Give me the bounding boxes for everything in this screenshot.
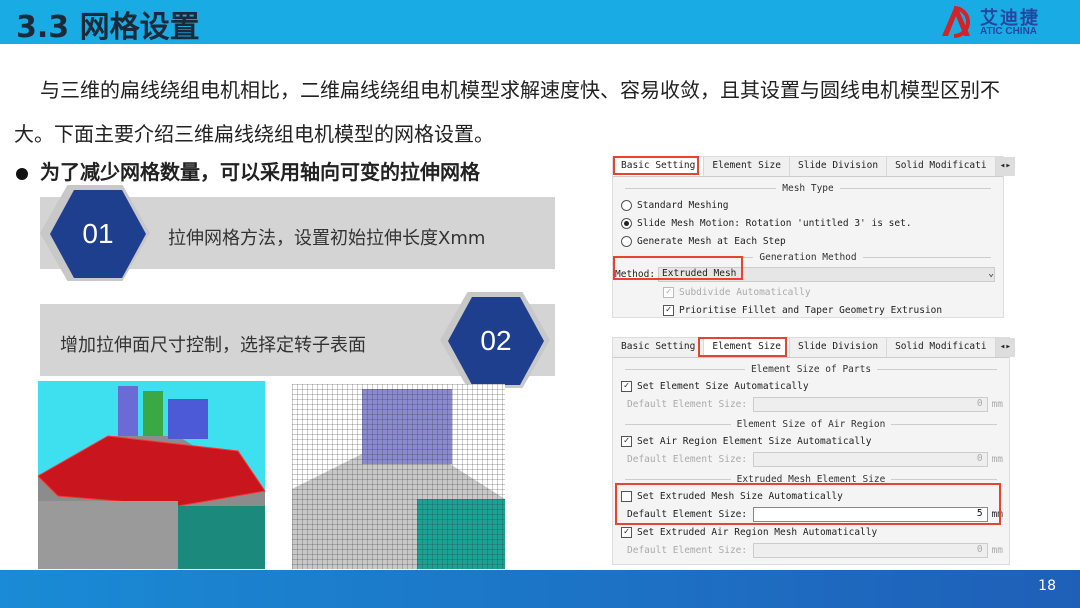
bullet-text: 为了减少网格数量，可以采用轴向可变的拉伸网格 bbox=[40, 160, 480, 184]
extruded-air-size-input[interactable]: 0 bbox=[753, 542, 988, 558]
intro-text: 与三维的扁线绕组电机相比，二维扁线绕组电机模型求解速度快、容易收敛，且其设置与圆… bbox=[14, 78, 1000, 146]
tab-slide-division[interactable]: Slide Division bbox=[790, 338, 888, 357]
mesh-model-image bbox=[292, 384, 505, 569]
header-bar: 3.3 网格设置 艾迪捷 ATIC CHINA bbox=[0, 0, 1080, 45]
highlight-element-tab bbox=[698, 337, 787, 357]
chevron-down-icon: ⌄ bbox=[988, 267, 994, 279]
radio-each-step[interactable]: Generate Mesh at Each Step bbox=[613, 232, 1003, 250]
prioritise-checkbox[interactable]: ✓ Prioritise Fillet and Taper Geometry Ex… bbox=[613, 301, 1003, 319]
element-size-dialog: Basic Setting Element Size Slide Divisio… bbox=[612, 337, 1016, 565]
step-text-1: 拉伸网格方法，设置初始拉伸长度Xmm bbox=[168, 228, 486, 249]
logo-en: ATIC CHINA bbox=[980, 26, 1038, 37]
highlight-extruded-size bbox=[615, 483, 1001, 525]
section-mesh-type: Mesh Type bbox=[619, 183, 997, 194]
radio-slide-mesh[interactable]: Slide Mesh Motion: Rotation 'untitled 3'… bbox=[613, 214, 1003, 232]
logo-icon bbox=[942, 6, 970, 38]
element-size-input[interactable]: 0 bbox=[753, 396, 988, 412]
tab-scroll-arrows-icon[interactable]: ◂▸ bbox=[995, 338, 1016, 357]
tab-solid-modification[interactable]: Solid Modificati bbox=[887, 157, 996, 176]
tab-basic-setting[interactable]: Basic Setting bbox=[613, 338, 705, 357]
auto-element-size-checkbox[interactable]: ✓ Set Element Size Automatically bbox=[613, 377, 1009, 395]
tab-scroll-arrows-icon[interactable]: ◂▸ bbox=[995, 157, 1016, 176]
default-size-label: Default Element Size: bbox=[627, 398, 748, 410]
motor-model-image bbox=[38, 381, 265, 569]
auto-extruded-air-checkbox[interactable]: ✓ Set Extruded Air Region Mesh Automatica… bbox=[613, 523, 1009, 541]
tab-slide-division[interactable]: Slide Division bbox=[790, 157, 888, 176]
highlight-method bbox=[613, 256, 743, 280]
step-text-2: 增加拉伸面尺寸控制，选择定转子表面 bbox=[60, 335, 366, 356]
section-air-region: Element Size of Air Region bbox=[619, 419, 1003, 430]
radio-standard[interactable]: Standard Meshing bbox=[613, 196, 1003, 214]
logo: 艾迪捷 ATIC CHINA bbox=[940, 4, 1060, 40]
tab-solid-modification[interactable]: Solid Modificati bbox=[887, 338, 996, 357]
section-parts: Element Size of Parts bbox=[619, 364, 1003, 375]
highlight-basic-tab bbox=[613, 156, 699, 175]
bullet-heading: 为了减少网格数量，可以采用轴向可变的拉伸网格 bbox=[16, 156, 480, 185]
page-title: 3.3 网格设置 bbox=[16, 10, 200, 45]
subdivide-checkbox[interactable]: ✓ Subdivide Automatically bbox=[613, 283, 1003, 301]
auto-air-size-checkbox[interactable]: ✓ Set Air Region Element Size Automatical… bbox=[613, 432, 1009, 450]
basic-setting-dialog: Basic Setting Element Size Slide Divisio… bbox=[612, 156, 1016, 319]
footer-bar: 18 bbox=[0, 570, 1080, 608]
tab-element-size[interactable]: Element Size bbox=[704, 157, 790, 176]
page-number: 18 bbox=[1038, 578, 1056, 594]
bullet-dot bbox=[16, 167, 28, 180]
air-size-input[interactable]: 0 bbox=[753, 451, 988, 467]
